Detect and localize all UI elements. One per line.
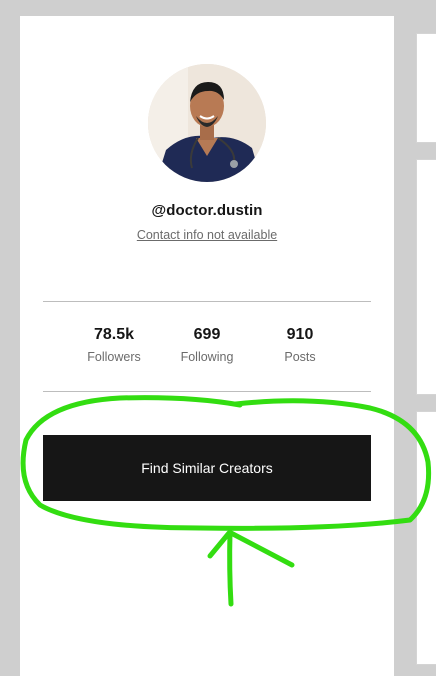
stats-divider-bottom [43,391,371,392]
posts-label: Posts [284,350,316,364]
avatar-photo [148,64,266,182]
followers-label: Followers [87,350,141,364]
following-label: Following [180,350,234,364]
following-count: 699 [193,326,221,343]
contact-info-link[interactable]: Contact info not available [20,228,394,242]
side-card-2[interactable] [416,159,436,395]
followers-count: 78.5k [93,326,135,343]
find-similar-creators-button[interactable]: Find Similar Creators [43,435,371,501]
profile-card: @doctor.dustin Contact info not availabl… [20,16,394,676]
side-card-3[interactable] [416,411,436,665]
side-card-1[interactable] [416,33,436,143]
stat-posts: 910 Posts [250,326,350,364]
posts-count: 910 [286,326,314,343]
profile-username: @doctor.dustin [151,202,263,219]
stats-divider-top [43,301,371,302]
stat-following: 699 Following [157,326,257,364]
avatar[interactable] [148,64,266,182]
stat-followers: 78.5k Followers [64,326,164,364]
